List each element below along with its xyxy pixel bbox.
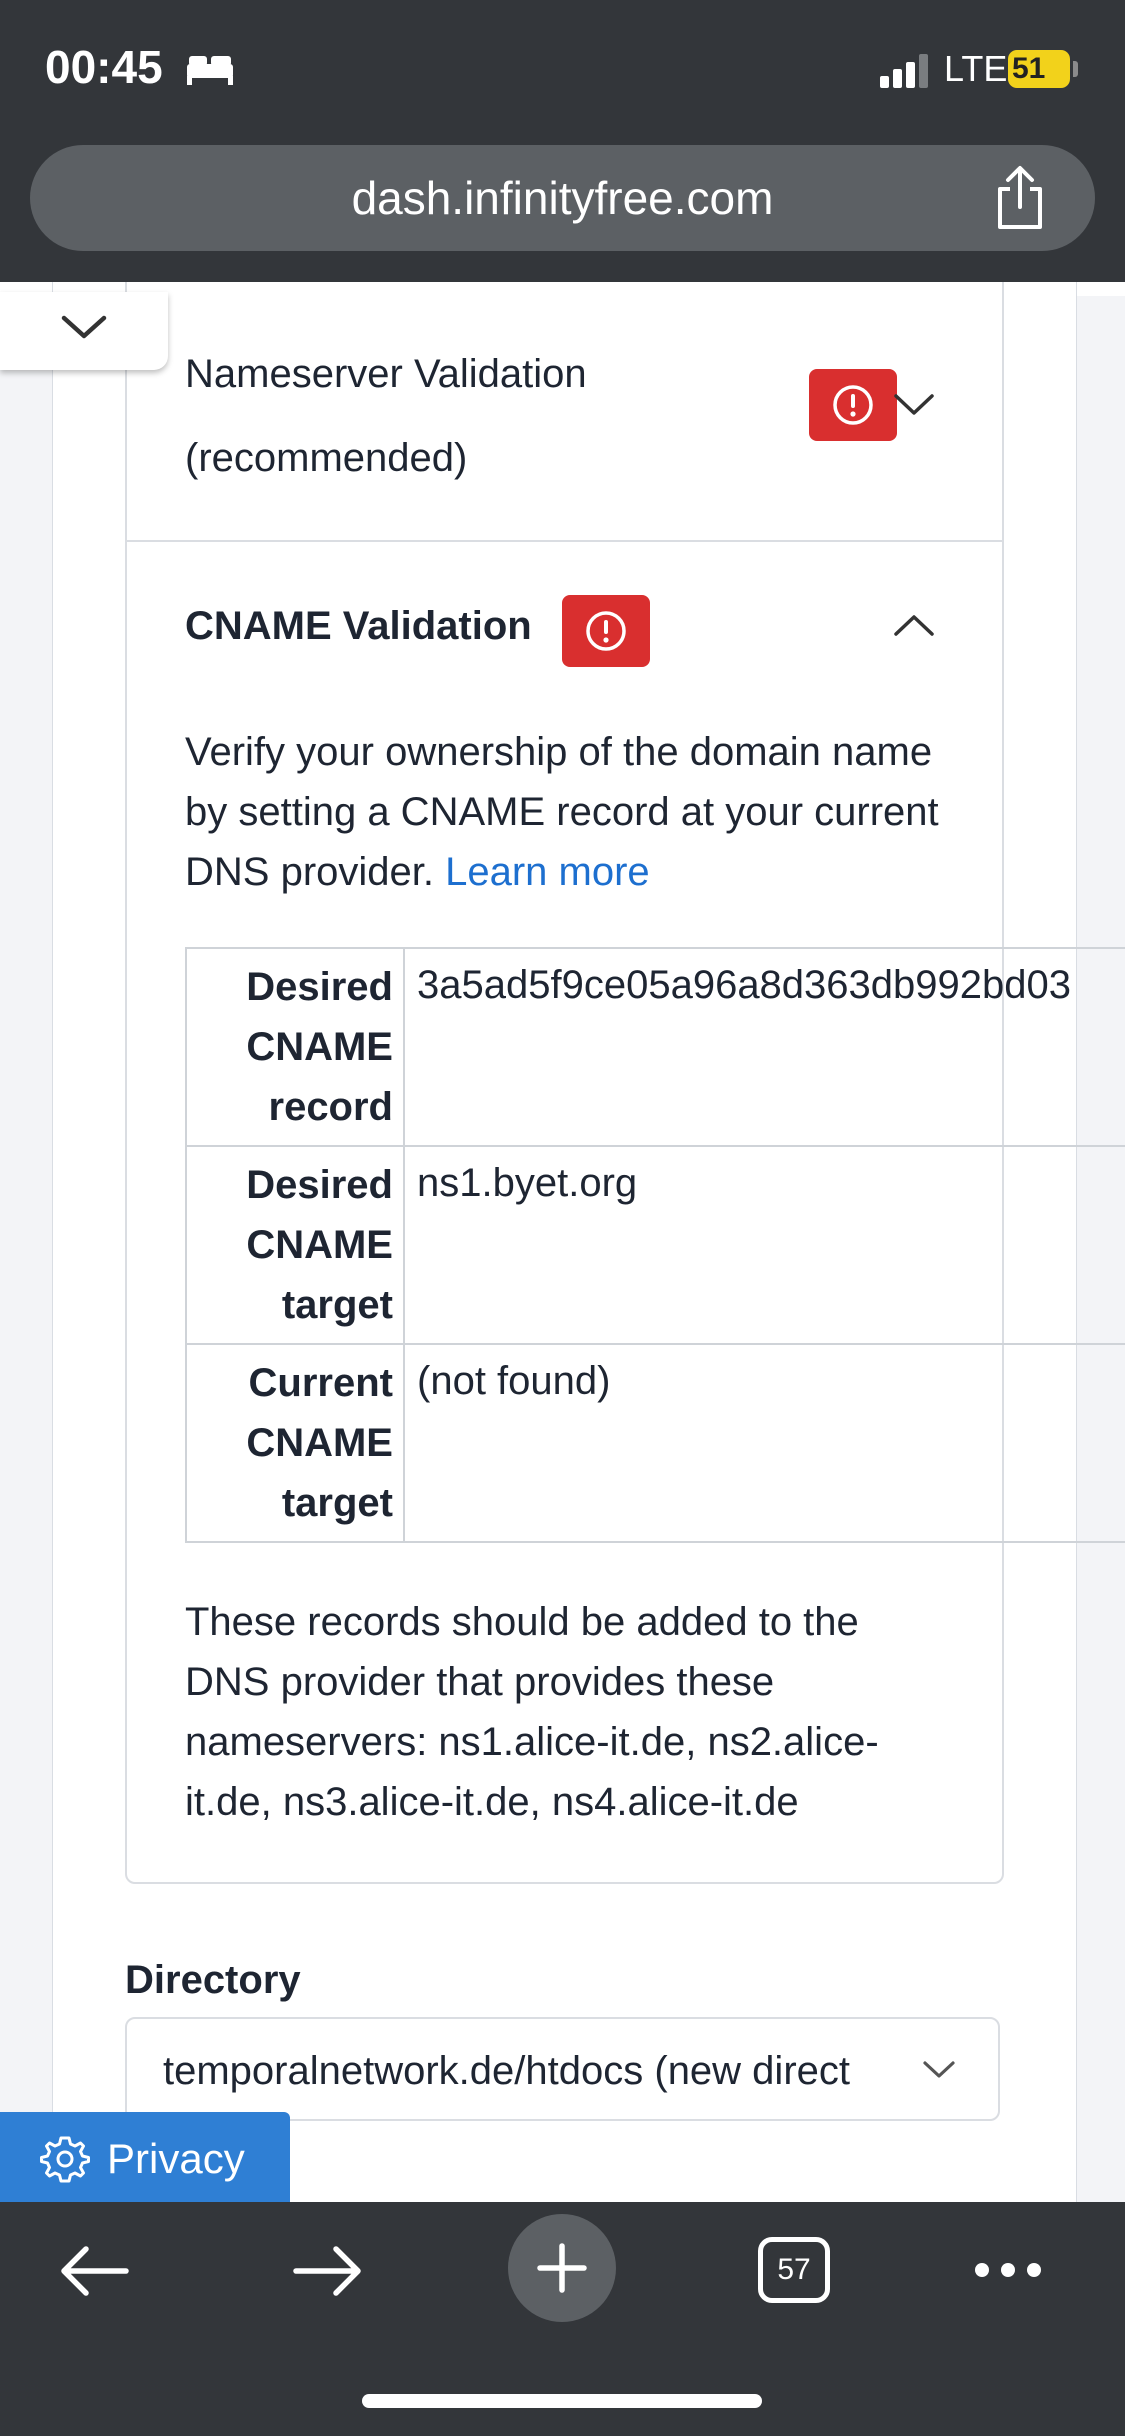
row-key-line: CNAME xyxy=(246,1025,393,1069)
plus-icon xyxy=(537,2243,587,2293)
row-key-line: CNAME xyxy=(246,1421,393,1465)
url-text: dash.infinityfree.com xyxy=(351,172,774,224)
row-value[interactable]: 3a5ad5f9ce05a96a8d363db992bd03 xyxy=(403,947,1125,1147)
network-type: LTE xyxy=(944,48,1008,89)
tabs-button[interactable]: 57 xyxy=(758,2237,830,2303)
dns-provider-note: These records should be added to the DNS… xyxy=(185,1600,879,1824)
row-value[interactable]: ns1.byet.org xyxy=(403,1145,1125,1345)
back-arrow-icon[interactable] xyxy=(58,2244,130,2298)
privacy-button[interactable]: Privacy xyxy=(0,2112,290,2202)
cname-description: Verify your ownership of the domain name… xyxy=(185,722,945,902)
battery-tip xyxy=(1073,61,1078,77)
chevron-down-icon xyxy=(61,315,107,339)
cname-records-table: Desired CNAME record 3a5ad5f9ce05a96a8d3… xyxy=(185,947,1125,1543)
home-indicator xyxy=(362,2394,762,2408)
table-row: Desired CNAME record 3a5ad5f9ce05a96a8d3… xyxy=(185,947,1125,1147)
nameserver-validation-title[interactable]: Nameserver Validation (recommended) xyxy=(185,332,645,500)
new-tab-button[interactable] xyxy=(508,2214,616,2322)
directory-selected-value: temporalnetwork.de/htdocs (new direct xyxy=(163,2049,850,2093)
row-key-line: record xyxy=(268,1085,394,1129)
nameserver-error-badge xyxy=(809,369,897,441)
signal-strength-icon xyxy=(880,54,928,88)
error-icon xyxy=(586,611,626,651)
chevron-down-icon[interactable] xyxy=(893,392,935,418)
collapse-toolbar-button[interactable] xyxy=(0,292,168,370)
cname-validation-title[interactable]: CNAME Validation xyxy=(185,604,532,649)
privacy-label: Privacy xyxy=(107,2135,245,2182)
sleep-focus-icon xyxy=(187,56,233,85)
row-key-line: Desired xyxy=(246,1163,393,1207)
row-key-line: Desired xyxy=(246,965,393,1009)
page-content: Nameserver Validation (recommended) CNAM… xyxy=(0,282,1125,2202)
nameserver-validation-title-line2: (recommended) xyxy=(185,436,468,480)
forward-arrow-icon[interactable] xyxy=(292,2244,364,2298)
directory-label: Directory xyxy=(125,1958,301,2002)
chevron-up-icon[interactable] xyxy=(893,612,935,638)
address-bar[interactable]: dash.infinityfree.com xyxy=(30,145,1095,251)
row-key-line: target xyxy=(281,1283,393,1327)
table-row: Desired CNAME target ns1.byet.org xyxy=(185,1145,1125,1345)
row-key: Current CNAME target xyxy=(185,1343,405,1543)
row-key: Desired CNAME target xyxy=(185,1145,405,1345)
row-key-line: target xyxy=(281,1481,393,1525)
status-time: 00:45 xyxy=(45,41,163,93)
row-value[interactable]: (not found) xyxy=(403,1343,1125,1543)
directory-select[interactable]: temporalnetwork.de/htdocs (new direct xyxy=(125,2017,1000,2121)
row-key-line: Current xyxy=(248,1361,393,1405)
chevron-down-icon xyxy=(923,2061,955,2078)
battery-indicator: 51 xyxy=(1008,50,1070,88)
table-row: Current CNAME target (not found) xyxy=(185,1343,1125,1543)
error-icon xyxy=(833,385,873,425)
more-menu-icon[interactable] xyxy=(972,2260,1044,2280)
gear-icon xyxy=(40,2136,90,2183)
row-key: Desired CNAME record xyxy=(185,947,405,1147)
share-icon[interactable] xyxy=(990,165,1050,231)
learn-more-link[interactable]: Learn more xyxy=(445,850,650,894)
browser-top-bar: 00:45 LTE 51 dash.infinityfree.com xyxy=(0,0,1125,282)
cname-error-badge xyxy=(562,595,650,667)
row-key-line: CNAME xyxy=(246,1223,393,1267)
nameserver-validation-title-line1: Nameserver Validation xyxy=(185,352,587,396)
